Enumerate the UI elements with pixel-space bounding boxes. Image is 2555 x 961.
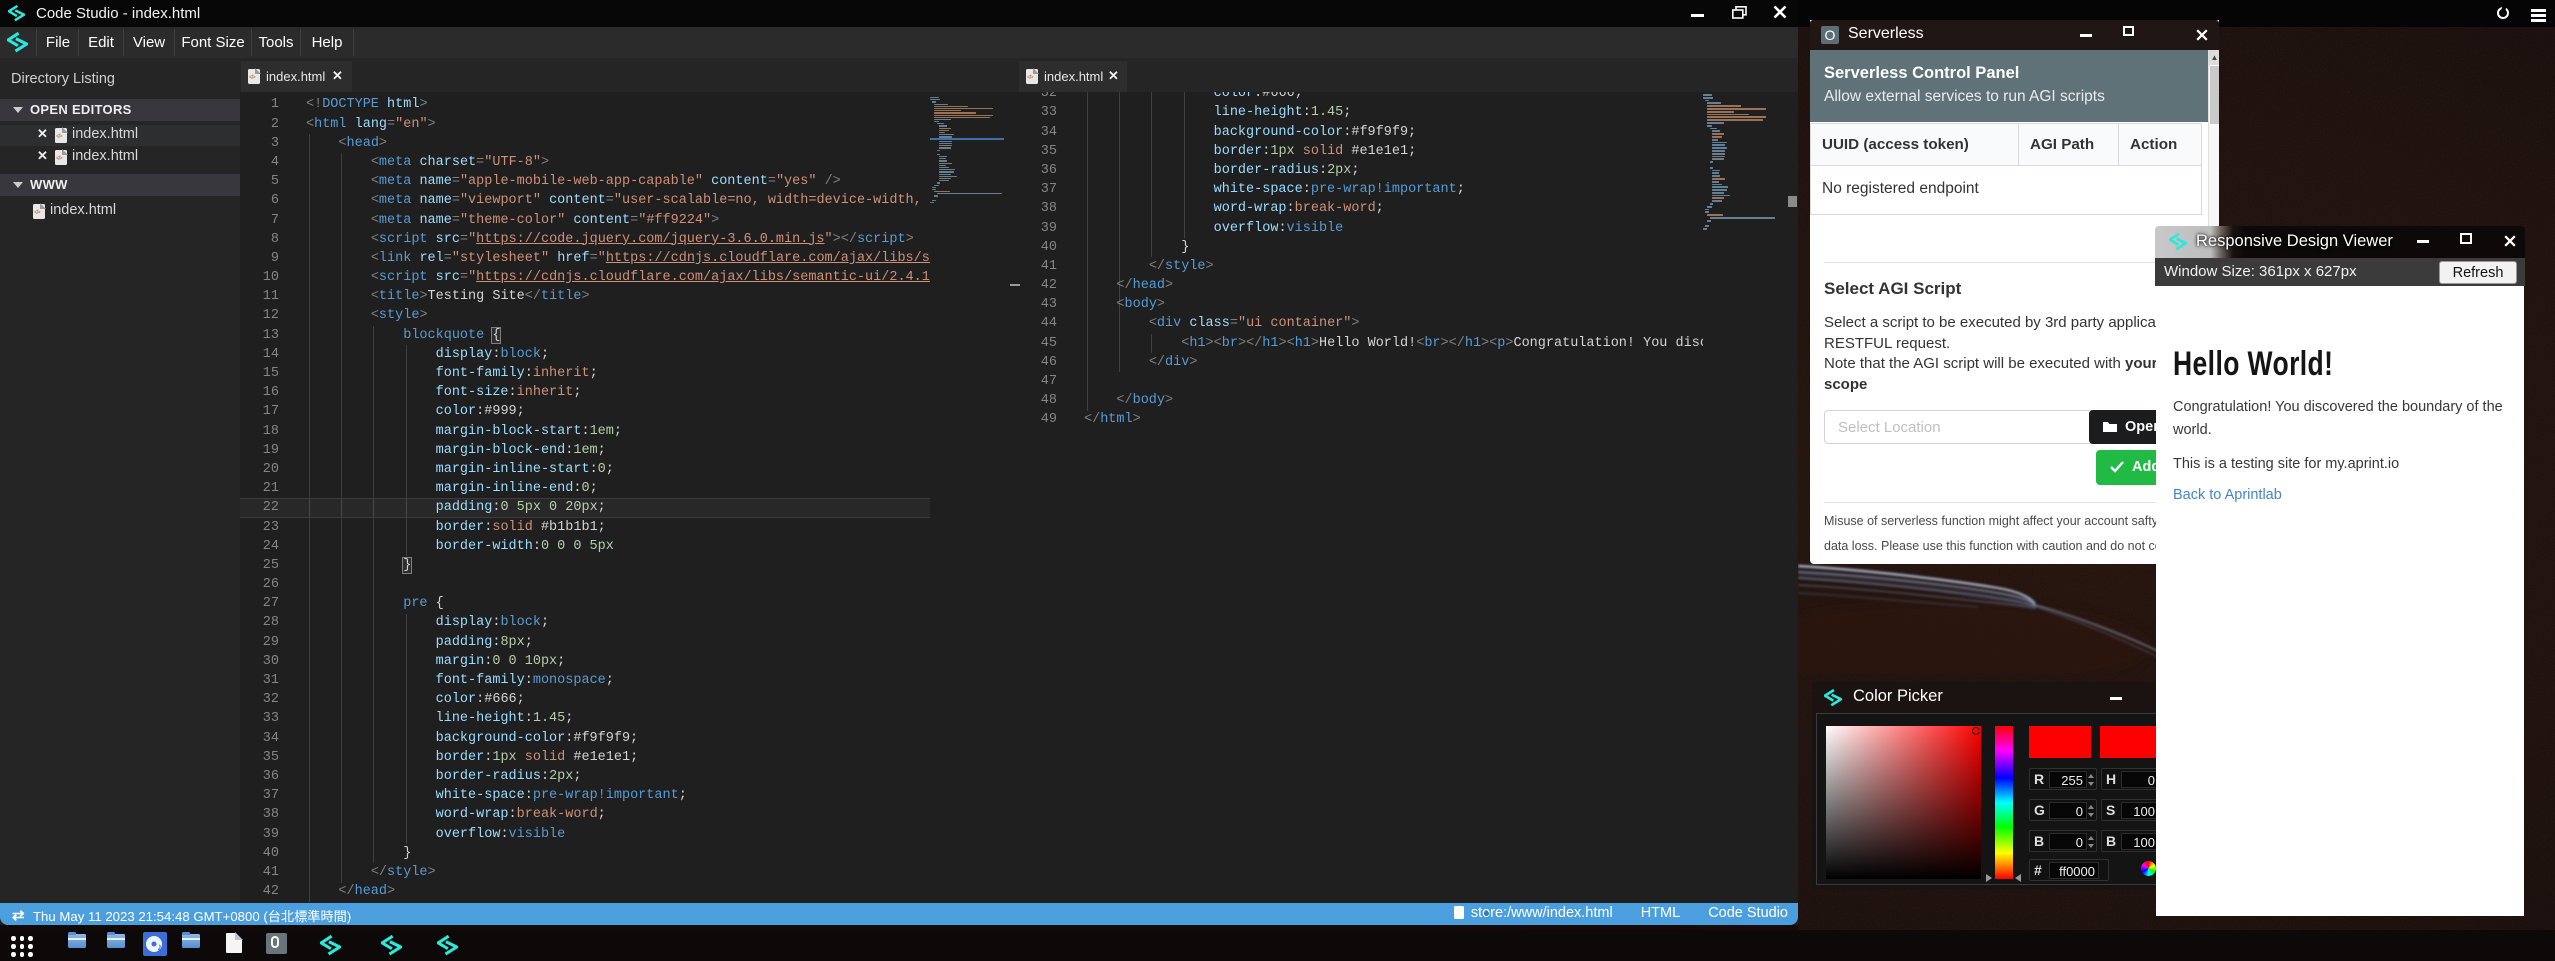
svg-text:♪: ♪ — [157, 942, 162, 953]
